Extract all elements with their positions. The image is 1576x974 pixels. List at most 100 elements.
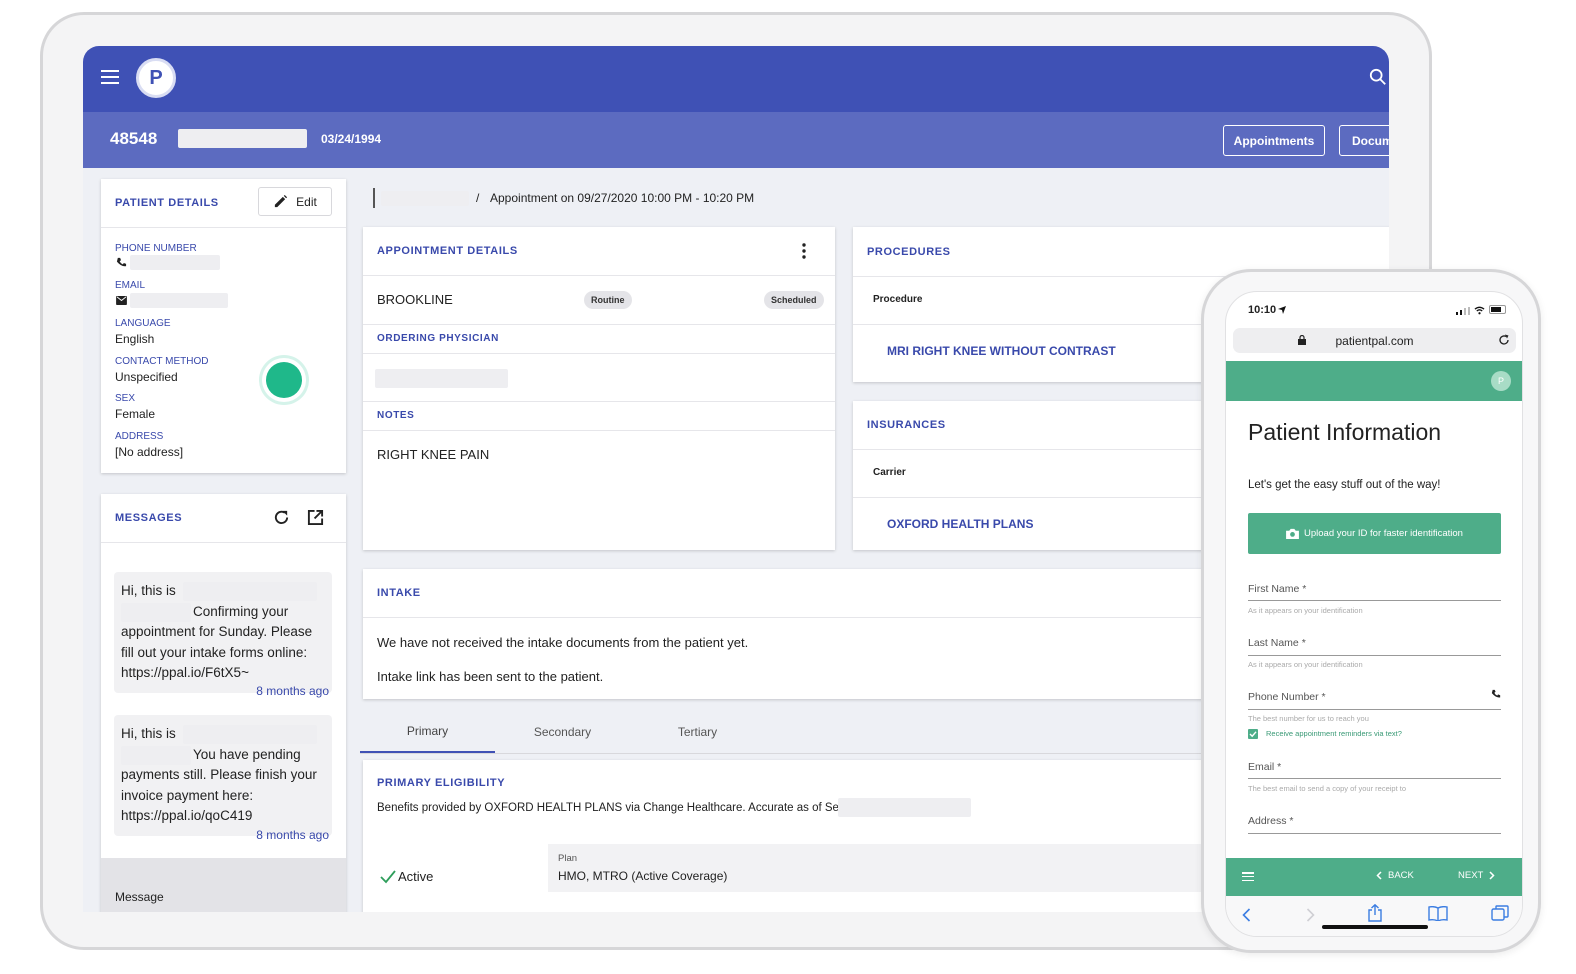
phone-avatar[interactable]: P xyxy=(1491,371,1511,391)
redacted-physician xyxy=(375,369,508,388)
next-button[interactable]: NEXT xyxy=(1458,870,1495,881)
messages-title: MESSAGES xyxy=(115,512,183,524)
upload-id-button[interactable]: Upload your ID for faster identification xyxy=(1248,513,1501,554)
phone-menu-icon[interactable] xyxy=(1242,872,1254,882)
address-input-phone[interactable] xyxy=(1248,833,1501,834)
carrier-item[interactable]: OXFORD HEALTH PLANS xyxy=(887,517,1033,531)
redacted-name xyxy=(183,725,317,744)
battery-icon xyxy=(1489,305,1506,314)
breadcrumb: / Appointment on 09/27/2020 10:00 PM - 1… xyxy=(373,188,973,208)
intake-title: INTAKE xyxy=(377,587,421,599)
location-arrow-icon xyxy=(1278,306,1286,314)
routine-chip: Routine xyxy=(584,291,632,309)
message-text: payments still. Please finish your invoi… xyxy=(121,767,317,823)
phone-number-hint: The best number for us to reach you xyxy=(1248,714,1369,723)
procedure-item[interactable]: MRI RIGHT KNEE WITHOUT CONTRAST xyxy=(887,344,1116,358)
refresh-icon[interactable] xyxy=(273,509,290,526)
redacted-date xyxy=(838,798,971,817)
plan-label: Plan xyxy=(558,853,578,864)
eligibility-title: PRIMARY ELIGIBILITY xyxy=(377,777,506,789)
appointments-button[interactable]: Appointments xyxy=(1223,125,1325,156)
appointment-details-card: APPOINTMENT DETAILS BROOKLINE Routine Sc… xyxy=(363,227,835,550)
reminder-label: Receive appointment reminders via text? xyxy=(1266,729,1402,738)
upload-id-label: Upload your ID for faster identification xyxy=(1304,528,1463,539)
phone-number-label: Phone Number * xyxy=(1248,691,1326,703)
breadcrumb-separator: / xyxy=(476,191,480,205)
checkbox-check-icon xyxy=(1249,731,1257,738)
message-text: Hi, this is xyxy=(121,583,176,598)
menu-icon[interactable] xyxy=(101,70,119,84)
browser-back-icon[interactable] xyxy=(1242,908,1251,922)
back-label: BACK xyxy=(1388,870,1414,881)
back-button[interactable]: BACK xyxy=(1376,870,1414,881)
phone-clock: 10:10 xyxy=(1248,304,1277,316)
intake-message: We have not received the intake document… xyxy=(377,635,749,650)
browser-forward-icon xyxy=(1306,908,1315,922)
safari-toolbar xyxy=(1226,896,1522,936)
message-text: You have pending xyxy=(193,746,301,762)
intake-status: Intake link has been sent to the patient… xyxy=(377,669,604,684)
message-text: appointment for Sunday. Please fill out … xyxy=(121,624,313,680)
home-indicator xyxy=(1322,925,1428,929)
message-bubble: Hi, this is Confirming your appointment … xyxy=(114,572,332,693)
patient-details-card: PATIENT DETAILS Edit PHONE NUMBER EMAIL … xyxy=(101,179,346,473)
tabs-icon[interactable] xyxy=(1491,905,1509,921)
pencil-icon xyxy=(275,194,288,208)
edit-button[interactable]: Edit xyxy=(258,187,332,216)
message-time: 8 months ago xyxy=(256,684,329,698)
procedures-title: PROCEDURES xyxy=(867,246,951,258)
documents-button[interactable]: Docum xyxy=(1339,125,1389,156)
last-name-input[interactable] xyxy=(1248,655,1501,656)
more-vert-icon[interactable] xyxy=(801,243,807,259)
language-value: English xyxy=(115,332,155,346)
redacted-phone xyxy=(130,255,220,270)
language-label: LANGUAGE xyxy=(115,318,171,329)
scheduled-chip: Scheduled xyxy=(764,291,824,309)
mail-icon xyxy=(116,296,127,305)
tab-secondary[interactable]: Secondary xyxy=(495,711,630,753)
eligibility-status: Active xyxy=(398,869,434,884)
top-app-bar: P xyxy=(83,46,1389,112)
patient-header: 48548 03/24/1994 Appointments Docum xyxy=(83,112,1389,168)
browser-url-bar[interactable]: patientpal.com xyxy=(1233,328,1516,353)
phone-label: PHONE NUMBER xyxy=(115,243,197,254)
reload-icon[interactable] xyxy=(1498,334,1510,346)
phone-app-bar: P xyxy=(1226,361,1522,401)
reminder-checkbox[interactable] xyxy=(1248,729,1258,739)
first-name-input[interactable] xyxy=(1248,600,1501,601)
redacted-breadcrumb-link[interactable] xyxy=(381,191,469,206)
redacted-name xyxy=(121,745,191,765)
search-icon[interactable] xyxy=(1369,68,1387,86)
check-icon xyxy=(380,870,396,884)
phone-icon xyxy=(116,257,127,267)
chevron-left-icon xyxy=(1376,871,1382,880)
phone-subtitle: Let's get the easy stuff out of the way! xyxy=(1248,479,1441,491)
phone-bottom-nav: BACK NEXT xyxy=(1226,858,1522,896)
redacted-name xyxy=(183,582,317,601)
next-label: NEXT xyxy=(1458,870,1484,881)
plan-value: HMO, MTRO (Active Coverage) xyxy=(558,869,728,883)
message-input[interactable]: Message xyxy=(101,858,346,912)
breadcrumb-current: Appointment on 09/27/2020 10:00 PM - 10:… xyxy=(490,191,755,205)
signal-icon xyxy=(1456,307,1470,315)
open-external-icon[interactable] xyxy=(307,509,324,526)
address-label: ADDRESS xyxy=(115,431,164,442)
last-name-hint: As it appears on your identification xyxy=(1248,660,1363,669)
bookmarks-icon[interactable] xyxy=(1428,906,1448,921)
address-value: [No address] xyxy=(115,445,184,459)
tab-primary[interactable]: Primary xyxy=(360,711,495,753)
share-icon[interactable] xyxy=(1368,904,1382,922)
ordering-physician-label: ORDERING PHYSICIAN xyxy=(377,333,499,344)
email-input-phone[interactable] xyxy=(1248,778,1501,779)
eligibility-text: Benefits provided by OXFORD HEALTH PLANS… xyxy=(377,802,839,814)
redacted-name xyxy=(121,602,191,622)
phone-number-input[interactable] xyxy=(1248,709,1501,710)
sex-label: SEX xyxy=(115,393,136,404)
patient-id: 48548 xyxy=(110,129,158,148)
procedure-column-header: Procedure xyxy=(873,294,923,305)
tab-tertiary[interactable]: Tertiary xyxy=(630,711,765,753)
phone-field-icon xyxy=(1491,689,1501,698)
app-logo[interactable]: P xyxy=(136,58,176,98)
browser-url: patientpal.com xyxy=(1335,333,1414,348)
contact-method-value: Unspecified xyxy=(115,370,178,384)
